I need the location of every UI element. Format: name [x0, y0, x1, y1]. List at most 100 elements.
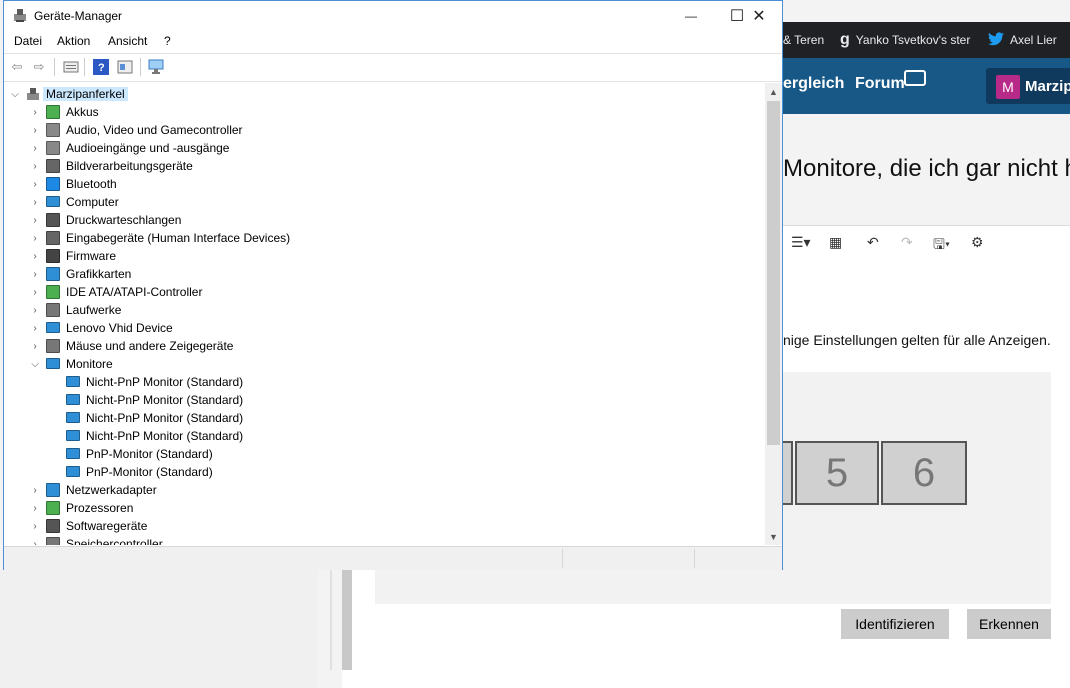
tab-label: Axel Lier: [1010, 33, 1057, 47]
tree-device-item[interactable]: Nicht-PnP Monitor (Standard): [6, 427, 764, 445]
chevron-right-icon[interactable]: ›: [30, 319, 40, 337]
monitor-icon: [66, 448, 80, 459]
tree-item-label: Prozessoren: [66, 501, 134, 515]
browser-tab[interactable]: g Yanko Tsvetkov's ster: [840, 22, 980, 58]
back-arrow-icon[interactable]: ⇦: [8, 58, 26, 76]
detect-button[interactable]: Erkennen: [967, 609, 1051, 639]
tree-item-label: Laufwerke: [66, 303, 122, 317]
chevron-right-icon[interactable]: ›: [30, 337, 40, 355]
tree-category-item[interactable]: › Laufwerke: [6, 301, 764, 319]
monitor-tile[interactable]: 5: [795, 441, 879, 505]
tree-category-item[interactable]: › Firmware: [6, 247, 764, 265]
menu-ansicht[interactable]: Ansicht: [108, 34, 147, 48]
tree-category-item[interactable]: › Netzwerkadapter: [6, 481, 764, 499]
tree-category-item[interactable]: › Softwaregeräte: [6, 517, 764, 535]
update-driver-icon[interactable]: [116, 58, 134, 76]
table-icon[interactable]: ▦: [829, 234, 842, 251]
monitor-tile-partial[interactable]: [783, 441, 793, 505]
toolbar-separator: [84, 58, 85, 76]
chevron-right-icon[interactable]: ›: [30, 499, 40, 517]
drive-icon: [46, 303, 60, 317]
tree-category-item[interactable]: › Mäuse und andere Zeigegeräte: [6, 337, 764, 355]
minimize-button[interactable]: —: [668, 1, 714, 31]
tree-category-item[interactable]: › Bluetooth: [6, 175, 764, 193]
tree-device-item[interactable]: Nicht-PnP Monitor (Standard): [6, 409, 764, 427]
tree-item-label: Nicht-PnP Monitor (Standard): [86, 429, 244, 443]
tree-item-label: Softwaregeräte: [66, 519, 148, 533]
tree-category-item[interactable]: › Grafikkarten: [6, 265, 764, 283]
computer-icon: [27, 88, 39, 100]
chevron-down-icon[interactable]: ⌵: [30, 355, 40, 373]
gear-icon[interactable]: ⚙: [971, 234, 984, 251]
chevron-right-icon[interactable]: ›: [30, 535, 40, 546]
help-icon[interactable]: ?: [92, 58, 110, 76]
tree-item-label: Grafikkarten: [66, 267, 132, 281]
save-draft-icon[interactable]: 🖫▾: [933, 234, 950, 258]
tree-category-item[interactable]: › Druckwarteschlangen: [6, 211, 764, 229]
scroll-up-icon[interactable]: ▲: [765, 83, 782, 100]
tree-category-item[interactable]: › Audio, Video und Gamecontroller: [6, 121, 764, 139]
chevron-right-icon[interactable]: ›: [30, 211, 40, 229]
browser-tab[interactable]: Axel Lier: [988, 22, 1070, 58]
tree-device-item[interactable]: Nicht-PnP Monitor (Standard): [6, 391, 764, 409]
root-label: Marzipanferkel: [43, 87, 128, 101]
title-bar[interactable]: Geräte-Manager — ☐ ✕: [4, 1, 782, 31]
tree-item-label: IDE ATA/ATAPI-Controller: [66, 285, 203, 299]
monitor-tile[interactable]: 6: [881, 441, 967, 505]
tree-category-item[interactable]: › Prozessoren: [6, 499, 764, 517]
minimize-icon: —: [685, 9, 697, 23]
close-icon: ✕: [752, 8, 766, 25]
tree-category-item[interactable]: ⌵ Monitore: [6, 355, 764, 373]
tree-category-item[interactable]: › Akkus: [6, 103, 764, 121]
properties-icon[interactable]: [62, 58, 80, 76]
chevron-right-icon[interactable]: ›: [30, 139, 40, 157]
tree-root[interactable]: ⌵ Marzipanferkel: [6, 85, 764, 103]
tree-category-item[interactable]: › Speichercontroller: [6, 535, 764, 545]
close-button[interactable]: ✕: [736, 1, 782, 31]
nav-link-forum[interactable]: Forum: [855, 75, 905, 93]
tree-item-label: PnP-Monitor (Standard): [86, 447, 213, 461]
undo-icon[interactable]: ↶: [867, 234, 879, 251]
menu-datei[interactable]: Datei: [14, 34, 42, 48]
avatar: M: [996, 75, 1020, 99]
scan-hardware-icon[interactable]: [148, 58, 166, 76]
chevron-right-icon[interactable]: ›: [30, 121, 40, 139]
tree-item-label: Bildverarbeitungsgeräte: [66, 159, 193, 173]
tree-category-item[interactable]: › IDE ATA/ATAPI-Controller: [6, 283, 764, 301]
chevron-right-icon[interactable]: ›: [30, 481, 40, 499]
scroll-thumb[interactable]: [767, 101, 780, 445]
tree-device-item[interactable]: Nicht-PnP Monitor (Standard): [6, 373, 764, 391]
redo-icon[interactable]: ↷: [901, 234, 913, 251]
chevron-right-icon[interactable]: ›: [30, 517, 40, 535]
menu-help[interactable]: ?: [164, 34, 171, 48]
nav-link-vergleich[interactable]: ergleich: [783, 75, 844, 93]
cpu-icon: [46, 501, 60, 515]
chevron-right-icon[interactable]: ›: [30, 193, 40, 211]
browser-tab[interactable]: & Teren: [783, 22, 831, 58]
tree-item-label: Netzwerkadapter: [66, 483, 157, 497]
menu-aktion[interactable]: Aktion: [57, 34, 90, 48]
chevron-right-icon[interactable]: ›: [30, 175, 40, 193]
tree-category-item[interactable]: › Lenovo Vhid Device: [6, 319, 764, 337]
chevron-right-icon[interactable]: ›: [30, 229, 40, 247]
list-icon[interactable]: ☰▾: [791, 234, 811, 251]
identify-button[interactable]: Identifizieren: [841, 609, 949, 639]
tree-device-item[interactable]: PnP-Monitor (Standard): [6, 445, 764, 463]
tree-category-item[interactable]: › Computer: [6, 193, 764, 211]
tree-category-item[interactable]: › Audioeingänge und -ausgänge: [6, 139, 764, 157]
tree-category-item[interactable]: › Eingabegeräte (Human Interface Devices): [6, 229, 764, 247]
vertical-scrollbar[interactable]: ▲ ▼: [765, 83, 782, 545]
tree-category-item[interactable]: › Bildverarbeitungsgeräte: [6, 157, 764, 175]
chevron-right-icon[interactable]: ›: [30, 283, 40, 301]
chat-bubble-icon: [904, 70, 926, 86]
tree-device-item[interactable]: PnP-Monitor (Standard): [6, 463, 764, 481]
chevron-right-icon[interactable]: ›: [30, 157, 40, 175]
twitter-icon: [988, 31, 1004, 49]
chevron-right-icon[interactable]: ›: [30, 247, 40, 265]
chevron-down-icon[interactable]: ⌵: [10, 85, 20, 103]
chevron-right-icon[interactable]: ›: [30, 301, 40, 319]
chevron-right-icon[interactable]: ›: [30, 265, 40, 283]
scroll-down-icon[interactable]: ▼: [765, 528, 782, 545]
chevron-right-icon[interactable]: ›: [30, 103, 40, 121]
forward-arrow-icon[interactable]: ⇨: [30, 58, 48, 76]
